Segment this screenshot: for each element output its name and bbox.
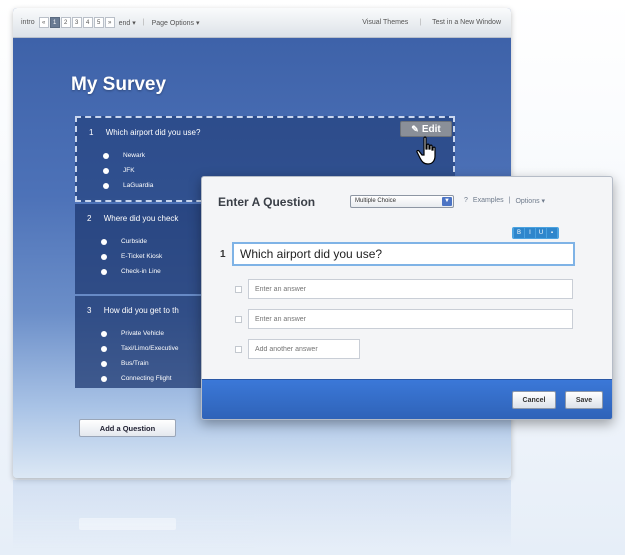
answer-row <box>235 339 360 359</box>
options-menu[interactable]: Options ▾ <box>515 197 545 205</box>
bold-button[interactable]: B <box>514 228 524 238</box>
dropdown-arrow-icon: ▼ <box>442 197 452 206</box>
answer-list: Newark JFK LaGuardia <box>103 150 153 195</box>
answer-input[interactable] <box>248 279 573 299</box>
question-text: 3 How did you get to th <box>87 306 179 315</box>
answer-list: Private Vehicle Taxi/Limo/Executive Bus/… <box>101 328 178 388</box>
intro-link[interactable]: intro <box>21 19 35 26</box>
page-options-menu[interactable]: Page Options ▾ <box>152 19 200 27</box>
help-link[interactable]: ? <box>464 197 468 205</box>
answer-option: Newark <box>103 150 153 165</box>
step-prev-button[interactable]: « <box>38 17 49 28</box>
add-question-button[interactable]: Add a Question <box>79 419 176 437</box>
edit-question-button[interactable]: ✎ Edit <box>400 121 452 137</box>
survey-toolbar: intro « 1 2 3 4 5 » end ▾ | Page Options… <box>13 8 511 38</box>
format-toolbar: B I U ▪ <box>512 227 559 239</box>
save-button[interactable]: Save <box>565 391 603 409</box>
examples-link[interactable]: Examples <box>473 197 504 205</box>
question-editor-dialog: Enter A Question Multiple Choice ▼ ? Exa… <box>201 176 613 420</box>
pencil-icon: ✎ <box>411 123 419 134</box>
step-1-button[interactable]: 1 <box>49 17 60 28</box>
reflection-shape <box>79 518 176 530</box>
question-label: Where did you check <box>103 214 179 223</box>
answer-option: Private Vehicle <box>101 328 178 343</box>
window-reflection <box>13 480 511 550</box>
question-label: Which airport did you use? <box>105 128 201 137</box>
question-number: 1 <box>220 249 226 260</box>
answer-option: JFK <box>103 165 153 180</box>
test-new-window-link[interactable]: Test in a New Window <box>432 19 501 26</box>
add-answer-input[interactable] <box>248 339 360 359</box>
dialog-footer: Cancel Save <box>202 379 612 419</box>
answer-list: Curbside E-Ticket Kiosk Check-in Line <box>101 236 162 281</box>
answer-option: Bus/Train <box>101 358 178 373</box>
question-type-value: Multiple Choice <box>355 198 397 204</box>
question-text: 1 Which airport did you use? <box>89 128 200 137</box>
question-text: 2 Where did you check <box>87 214 178 223</box>
question-text-input[interactable] <box>232 242 575 266</box>
step-4-button[interactable]: 4 <box>82 17 93 28</box>
dialog-title: Enter A Question <box>218 195 316 209</box>
question-number: 2 <box>87 214 92 223</box>
step-5-button[interactable]: 5 <box>93 17 104 28</box>
survey-title: My Survey <box>71 74 167 95</box>
answer-input[interactable] <box>248 309 573 329</box>
answer-option: Check-in Line <box>101 266 162 281</box>
visual-themes-link[interactable]: Visual Themes <box>362 19 408 26</box>
answer-row <box>235 279 573 299</box>
edit-label: Edit <box>421 123 441 135</box>
question-number: 3 <box>87 306 92 315</box>
hand-cursor-icon <box>416 136 436 165</box>
answer-option: Curbside <box>101 236 162 251</box>
image-button[interactable]: ▪ <box>547 228 557 238</box>
answer-row <box>235 309 573 329</box>
toolbar-divider: | <box>419 19 422 26</box>
answer-checkbox[interactable] <box>235 315 242 323</box>
italic-button[interactable]: I <box>525 228 535 238</box>
answer-checkbox[interactable] <box>235 345 242 353</box>
step-2-button[interactable]: 2 <box>60 17 71 28</box>
link-divider: | <box>508 197 511 204</box>
dialog-links: ? Examples | Options ▾ <box>464 197 545 205</box>
answer-option: E-Ticket Kiosk <box>101 251 162 266</box>
end-menu[interactable]: end ▾ <box>119 19 136 27</box>
answer-option: LaGuardia <box>103 180 153 195</box>
answer-option: Connecting Flight <box>101 373 178 388</box>
underline-button[interactable]: U <box>536 228 546 238</box>
question-type-select[interactable]: Multiple Choice ▼ <box>350 195 454 208</box>
answer-checkbox[interactable] <box>235 285 242 293</box>
question-number: 1 <box>89 128 94 137</box>
question-label: How did you get to th <box>103 306 179 315</box>
toolbar-divider: | <box>142 19 145 26</box>
cancel-button[interactable]: Cancel <box>512 391 556 409</box>
step-navigator: « 1 2 3 4 5 » <box>38 17 115 28</box>
answer-option: Taxi/Limo/Executive <box>101 343 178 358</box>
step-next-button[interactable]: » <box>104 17 115 28</box>
step-3-button[interactable]: 3 <box>71 17 82 28</box>
